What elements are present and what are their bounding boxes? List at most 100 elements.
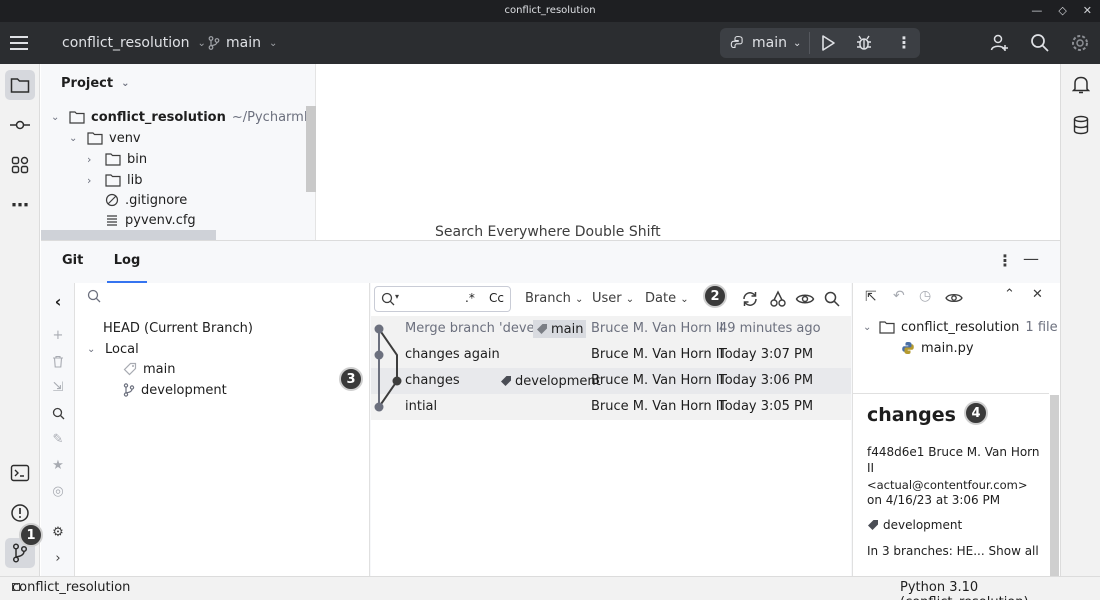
terminal-icon	[10, 464, 30, 482]
case-toggle[interactable]: Cc	[489, 291, 504, 305]
options-icon[interactable]: ⋮	[997, 251, 1013, 270]
tab-log[interactable]: Log	[107, 241, 147, 283]
more-actions-icon[interactable]: ⋮	[896, 34, 912, 52]
maximize-icon[interactable]: ◇	[1058, 0, 1066, 22]
cherry-pick-icon[interactable]	[769, 290, 787, 308]
undo-icon[interactable]: ↶	[893, 288, 905, 304]
editor-area[interactable]	[317, 64, 1059, 240]
run-config-selector[interactable]: main ⌄	[730, 28, 801, 58]
database-button[interactable]	[1066, 110, 1096, 140]
eye-icon[interactable]	[795, 291, 815, 307]
commit-branch-tag: development	[867, 518, 962, 532]
python-icon	[730, 35, 743, 49]
add-user-icon[interactable]	[990, 22, 1010, 64]
git-tool-window: Git Log ⋮ — ‹ + ⇲ ✎ ★ ◎ ⚙ › HEAD (Curren…	[41, 240, 1060, 577]
branch-item-development[interactable]: development	[123, 380, 227, 400]
project-scrollbar[interactable]	[306, 106, 316, 192]
project-tool-button[interactable]	[5, 70, 35, 100]
config-file-icon	[107, 215, 117, 226]
changed-file-count: 1 file	[1025, 319, 1058, 335]
notifications-button[interactable]	[1066, 70, 1096, 100]
collapse-all-icon[interactable]: ✕	[1032, 287, 1043, 302]
more-tools-icon[interactable]: ⋯	[5, 190, 35, 220]
chevron-right-icon: ›	[87, 152, 92, 166]
tree-item-root[interactable]: ⌄ conflict_resolution ~/PycharmProjects	[51, 107, 315, 127]
debug-button[interactable]	[855, 34, 873, 52]
branch-search[interactable]	[87, 289, 101, 303]
chevron-down-icon: ⌄	[69, 132, 78, 144]
globe-icon[interactable]: ◎	[50, 483, 66, 499]
tree-item-bin[interactable]: › bin	[87, 149, 147, 169]
filter-user[interactable]: User ⌄	[592, 291, 634, 306]
status-project[interactable]: conflict_resolution	[12, 580, 130, 595]
status-interpreter[interactable]: Python 3.10 (conflict_resolution)	[900, 580, 1100, 600]
project-switcher[interactable]: conflict_resolution ⌄	[62, 22, 206, 64]
branch-icon	[123, 383, 135, 397]
commit-date-line: on 4/16/23 at 3:06 PM	[867, 493, 1001, 507]
search-icon[interactable]	[50, 405, 66, 421]
commit-info: changes f448d6e1 Bruce M. Van Horn II <a…	[853, 393, 1049, 577]
run-widget: main ⌄ ⋮	[720, 28, 920, 58]
tree-item-pyvenv[interactable]: pyvenv.cfg	[105, 210, 196, 230]
expand-icon[interactable]: ›	[50, 550, 66, 566]
project-panel-header[interactable]: Project ⌄	[61, 76, 129, 91]
run-button[interactable]	[820, 34, 836, 52]
branch-item-main[interactable]: main	[123, 359, 175, 379]
plus-icon[interactable]: +	[50, 327, 66, 343]
tag-icon	[501, 376, 511, 386]
trash-icon[interactable]	[50, 353, 66, 369]
merge-icon[interactable]: ⇲	[50, 379, 66, 395]
changed-folder[interactable]: ⌄ conflict_resolution 1 file	[863, 317, 1058, 337]
project-panel: Project ⌄ ⌄ conflict_resolution ~/Pychar…	[41, 64, 316, 240]
commit-row[interactable]: changes again Bruce M. Van Horn II Today…	[371, 342, 851, 368]
show-all-link[interactable]: Show all	[989, 544, 1039, 558]
changed-folder-name: conflict_resolution	[901, 319, 1020, 335]
refresh-icon[interactable]	[741, 290, 759, 308]
commit-row[interactable]: Merge branch 'develop main Bruce M. Van …	[371, 316, 851, 342]
gear-icon[interactable]	[1070, 22, 1090, 64]
structure-tool-button[interactable]	[5, 150, 35, 180]
commit-tool-button[interactable]	[5, 110, 35, 140]
filter-branch[interactable]: Branch ⌄	[525, 291, 583, 306]
right-tool-strip	[1060, 64, 1100, 576]
search-icon	[381, 292, 395, 306]
search-icon[interactable]	[824, 291, 840, 307]
regex-toggle[interactable]: .*	[465, 291, 475, 305]
details-scrollbar[interactable]	[1050, 395, 1059, 577]
log-search-input[interactable]: ▾ .* Cc	[374, 286, 511, 312]
main-menu-icon[interactable]	[10, 22, 30, 64]
bell-icon	[1072, 76, 1090, 94]
changed-file[interactable]: main.py	[901, 338, 974, 358]
minimize-icon[interactable]: —	[1031, 0, 1042, 22]
tree-item-venv[interactable]: ⌄ venv	[69, 128, 141, 148]
expand-all-icon[interactable]: ⌃	[1004, 287, 1015, 302]
history-icon[interactable]: ◷	[919, 288, 931, 304]
eye-icon[interactable]	[945, 291, 963, 305]
branch-name: main	[226, 35, 261, 51]
terminal-tool-button[interactable]	[5, 458, 35, 488]
branch-switcher[interactable]: main ⌄	[208, 22, 277, 64]
main-toolbar: conflict_resolution ⌄ main ⌄ main ⌄ ⋮	[0, 22, 1100, 64]
search-icon[interactable]	[1030, 22, 1050, 64]
annotation-badge: 1	[19, 523, 43, 547]
commit-row[interactable]: intial Bruce M. Van Horn II Today 3:05 P…	[371, 394, 851, 420]
collapse-branches-icon[interactable]: ‹	[50, 292, 66, 311]
edit-icon[interactable]: ✎	[50, 431, 66, 447]
gear-icon[interactable]: ⚙	[50, 524, 66, 540]
tree-item-label: conflict_resolution	[91, 109, 226, 125]
chevron-down-icon: ▾	[395, 292, 400, 301]
tree-item-gitignore[interactable]: .gitignore	[105, 190, 187, 210]
branch-head[interactable]: HEAD (Current Branch)	[103, 318, 253, 338]
branch-icon	[208, 36, 220, 50]
hide-panel-icon[interactable]: —	[1023, 249, 1039, 268]
tree-item-lib[interactable]: › lib	[87, 170, 142, 190]
close-icon[interactable]: ✕	[1083, 0, 1092, 22]
merge-icon[interactable]: ⇱	[865, 289, 877, 305]
commit-row-selected[interactable]: changes development Bruce M. Van Horn II…	[371, 368, 851, 394]
star-icon[interactable]: ★	[50, 457, 66, 473]
commit-message: Merge branch 'develop	[405, 321, 545, 336]
branch-group-local[interactable]: ⌄ Local	[87, 339, 139, 359]
filter-date[interactable]: Date ⌄	[645, 291, 689, 306]
tab-git[interactable]: Git	[62, 241, 83, 283]
tree-item-label: venv	[109, 130, 141, 146]
